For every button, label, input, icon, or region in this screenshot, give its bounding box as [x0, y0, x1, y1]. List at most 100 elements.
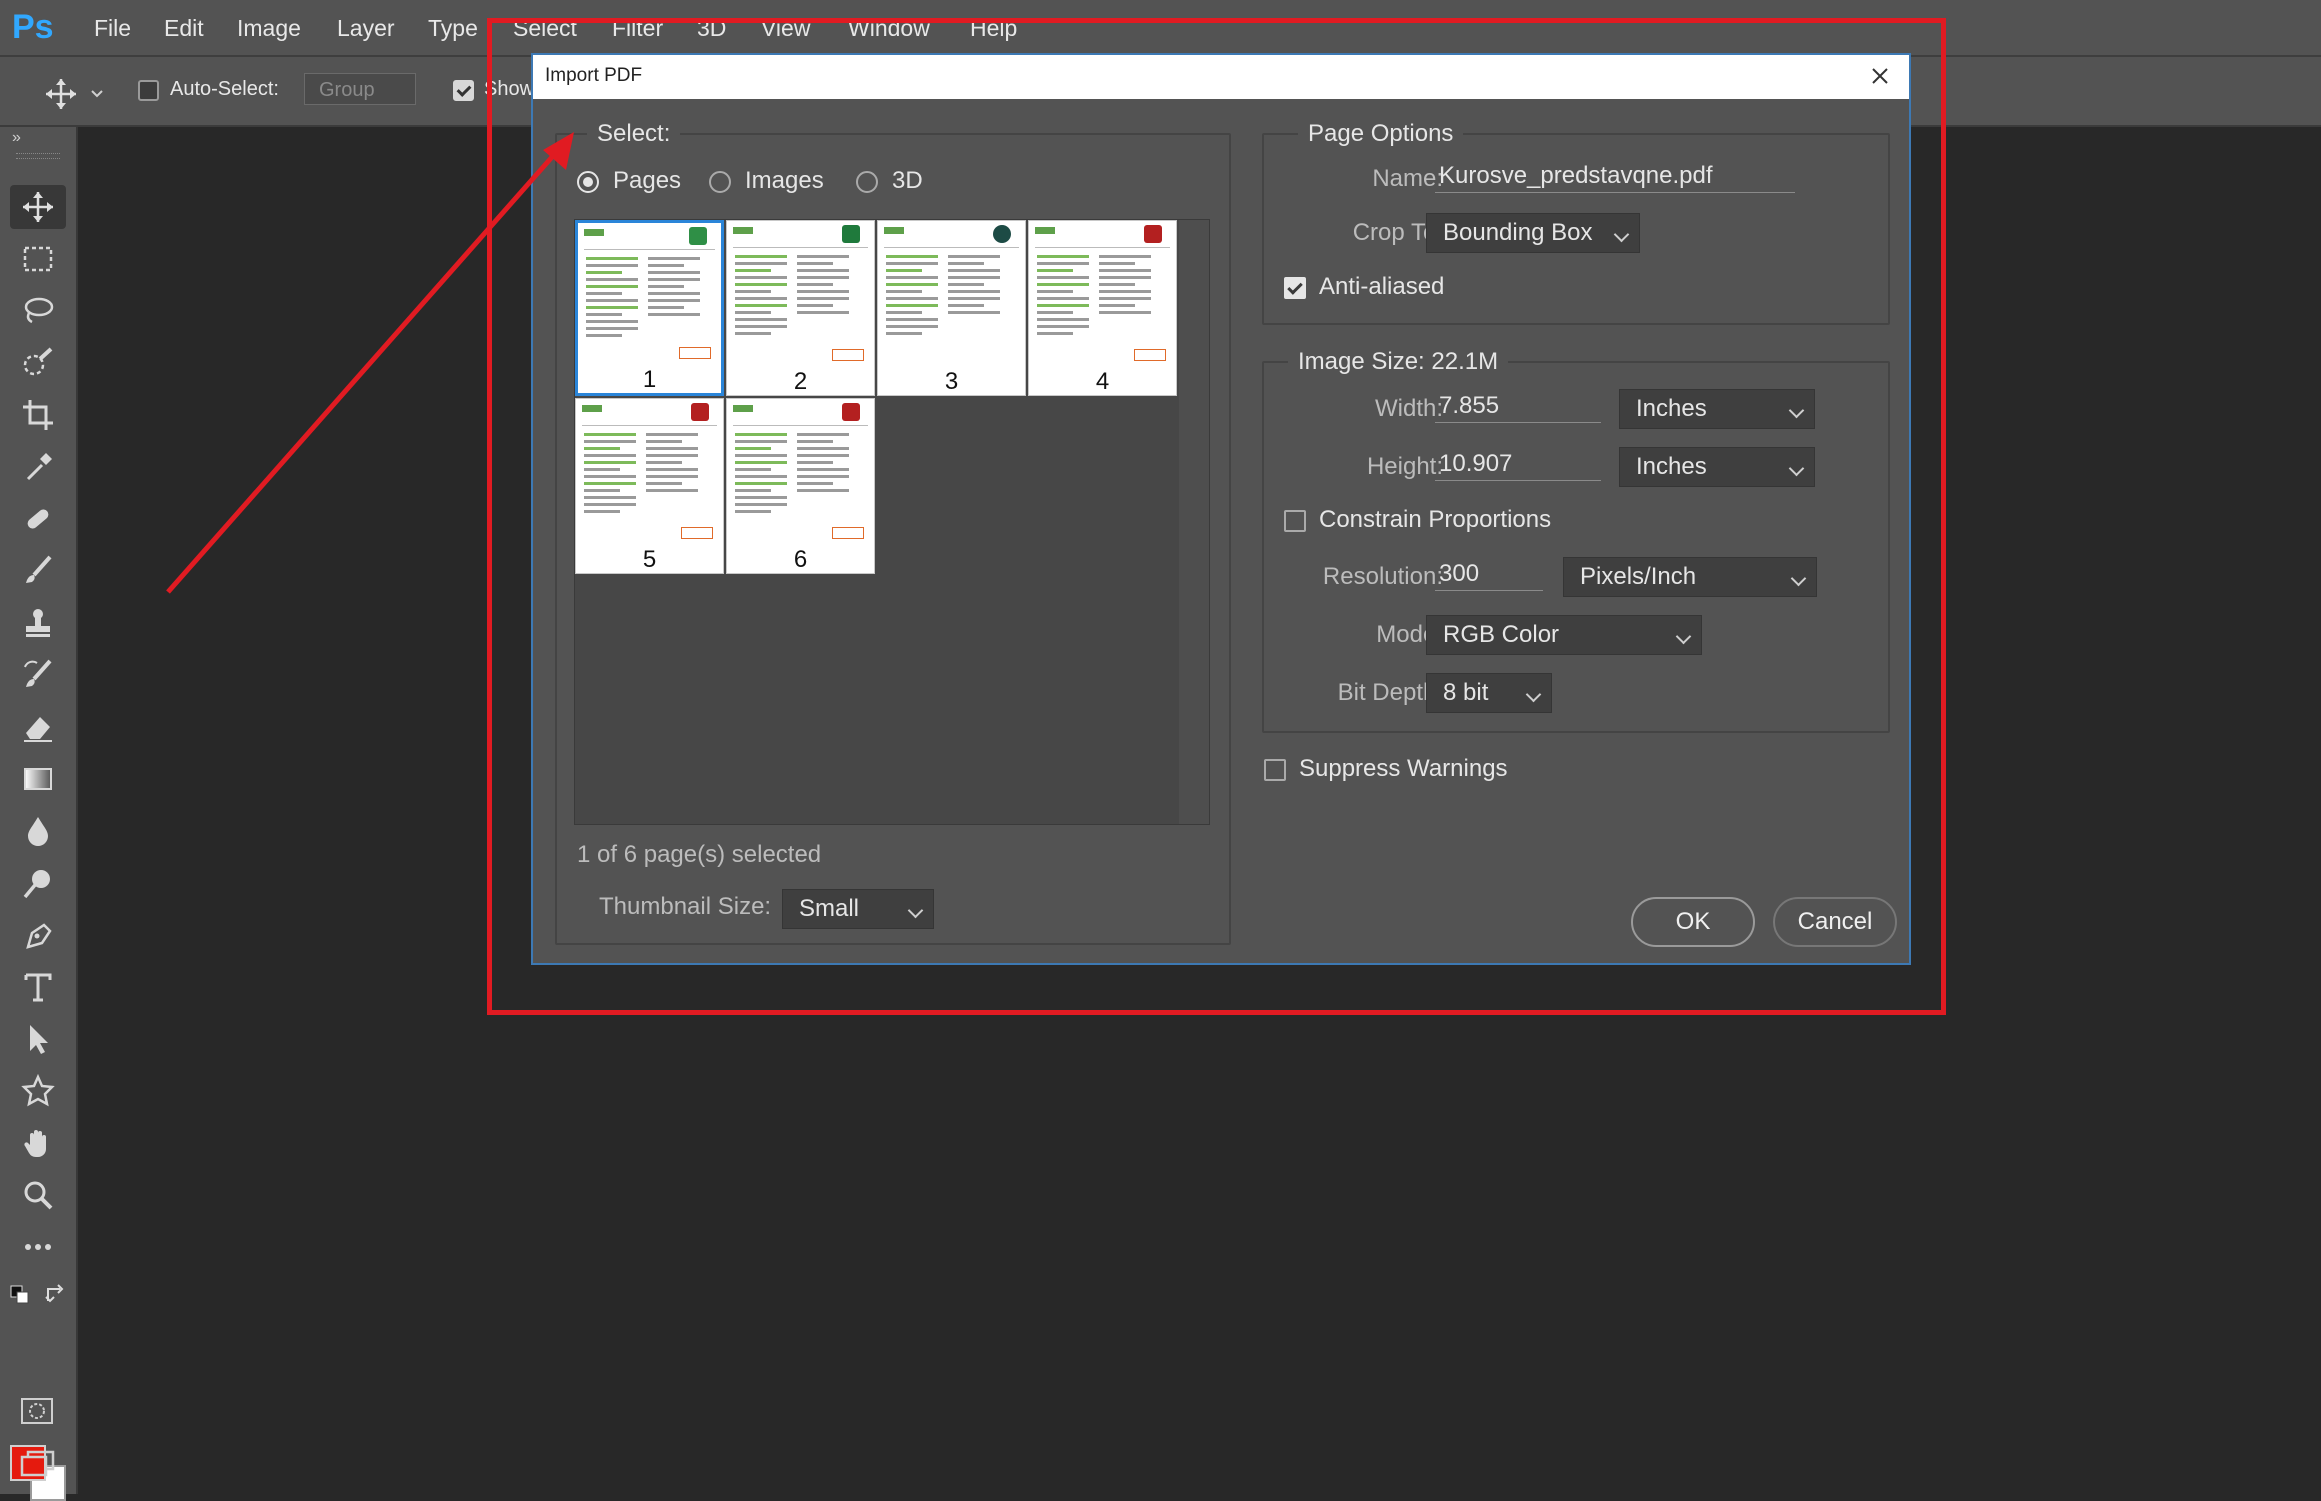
- resolution-unit-select[interactable]: Pixels/Inch: [1563, 557, 1817, 597]
- dialog-titlebar[interactable]: Import PDF: [533, 55, 1909, 99]
- clone-stamp-icon[interactable]: [10, 601, 66, 645]
- crop-icon[interactable]: [10, 393, 66, 437]
- chevron-down-icon: [1525, 686, 1542, 703]
- auto-select-label: Auto-Select:: [170, 78, 279, 100]
- 3d-radio[interactable]: [856, 171, 878, 193]
- suppress-warnings-checkbox[interactable]: [1264, 759, 1286, 781]
- marquee-icon[interactable]: [10, 237, 66, 281]
- anti-aliased-label: Anti-aliased: [1319, 273, 1445, 300]
- show-transform-checkbox[interactable]: [453, 80, 474, 101]
- lasso-icon[interactable]: [10, 289, 66, 333]
- anti-aliased-checkbox[interactable]: [1284, 277, 1306, 299]
- thumbnail-number: 4: [1095, 368, 1110, 395]
- swap-colors-icon[interactable]: [44, 1283, 66, 1305]
- name-input[interactable]: Kurosve_predstavqne.pdf: [1435, 159, 1795, 193]
- thumbnail-size-select[interactable]: Small: [782, 889, 934, 929]
- selection-status: 1 of 6 page(s) selected: [577, 841, 822, 868]
- thumbnail-number: 6: [793, 546, 808, 573]
- blur-icon[interactable]: [10, 809, 66, 853]
- zoom-icon[interactable]: [10, 1173, 66, 1217]
- move-icon[interactable]: [44, 77, 78, 111]
- menu-select[interactable]: Select: [513, 10, 577, 46]
- height-unit-value: Inches: [1636, 453, 1707, 480]
- images-radio[interactable]: [709, 171, 731, 193]
- menu-view[interactable]: View: [761, 10, 810, 46]
- page-thumbnail[interactable]: 5: [575, 398, 724, 574]
- height-input[interactable]: 10.907: [1435, 447, 1601, 481]
- width-input[interactable]: 7.855: [1435, 389, 1601, 423]
- resolution-label: Resolution:: [1322, 563, 1443, 590]
- name-label: Name:: [1372, 165, 1443, 192]
- menu-help[interactable]: Help: [970, 10, 1017, 46]
- crop-to-label: Crop To:: [1352, 219, 1443, 246]
- chevron-down-icon: [907, 902, 924, 919]
- crop-to-select[interactable]: Bounding Box: [1426, 213, 1640, 253]
- menu-window[interactable]: Window: [848, 10, 930, 46]
- pages-radio[interactable]: [577, 171, 599, 193]
- thumbnail-number: 5: [642, 546, 657, 573]
- width-unit-value: Inches: [1636, 395, 1707, 422]
- move-tool-icon[interactable]: [10, 185, 66, 229]
- more-tools-icon[interactable]: [10, 1225, 66, 1269]
- height-unit-select[interactable]: Inches: [1619, 447, 1815, 487]
- pen-icon[interactable]: [10, 913, 66, 957]
- chevron-down-icon[interactable]: [90, 87, 104, 101]
- cancel-button[interactable]: Cancel: [1773, 897, 1897, 947]
- menu-file[interactable]: File: [94, 10, 131, 46]
- mode-value: RGB Color: [1443, 621, 1560, 648]
- auto-select-checkbox[interactable]: [138, 80, 159, 101]
- page-thumbnail[interactable]: 1: [575, 220, 724, 396]
- page-thumbnail[interactable]: 6: [726, 398, 875, 574]
- bit-depth-value: 8 bit: [1443, 679, 1489, 706]
- default-colors-icon[interactable]: [10, 1285, 30, 1305]
- chevron-down-icon: [1788, 460, 1805, 477]
- gradient-icon[interactable]: [10, 757, 66, 801]
- close-icon[interactable]: [1865, 61, 1895, 91]
- hand-icon[interactable]: [10, 1121, 66, 1165]
- brush-icon[interactable]: [10, 549, 66, 593]
- images-radio-label: Images: [745, 167, 824, 194]
- resolution-unit-value: Pixels/Inch: [1580, 563, 1697, 590]
- panel-grip[interactable]: [16, 153, 60, 159]
- eyedropper-icon[interactable]: [10, 445, 66, 489]
- page-thumbnail[interactable]: 4: [1028, 220, 1177, 396]
- shape-icon[interactable]: [10, 1069, 66, 1113]
- chevron-down-icon: [1613, 226, 1630, 243]
- quick-mask-icon[interactable]: [20, 1397, 54, 1425]
- menu-3d[interactable]: 3D: [697, 10, 726, 46]
- page-thumbnail[interactable]: 3: [877, 220, 1026, 396]
- menu-layer[interactable]: Layer: [337, 10, 395, 46]
- image-size-legend: Image Size: 22.1M: [1288, 347, 1509, 377]
- menu-edit[interactable]: Edit: [164, 10, 204, 46]
- menu-type[interactable]: Type: [428, 10, 478, 46]
- ok-button[interactable]: OK: [1631, 897, 1755, 947]
- mode-select[interactable]: RGB Color: [1426, 615, 1702, 655]
- bit-depth-select[interactable]: 8 bit: [1426, 673, 1552, 713]
- healing-brush-icon[interactable]: [10, 497, 66, 541]
- page-thumbnail[interactable]: 2: [726, 220, 875, 396]
- history-brush-icon[interactable]: [10, 653, 66, 697]
- quick-select-icon[interactable]: [10, 341, 66, 385]
- menu-filter[interactable]: Filter: [612, 10, 663, 46]
- suppress-warnings-label: Suppress Warnings: [1299, 755, 1508, 782]
- eraser-icon[interactable]: [10, 705, 66, 749]
- auto-select-target-select[interactable]: Group: [304, 73, 416, 105]
- dodge-icon[interactable]: [10, 861, 66, 905]
- tools-panel: »: [0, 127, 78, 1501]
- thumbnail-size-label: Thumbnail Size:: [599, 893, 772, 920]
- thumbnail-number: 2: [793, 368, 808, 395]
- path-select-icon[interactable]: [10, 1017, 66, 1061]
- collapse-panel-icon[interactable]: »: [12, 129, 21, 147]
- import-pdf-dialog: Import PDF Select: Pages Images 3D 1 2 3…: [531, 53, 1911, 965]
- constrain-proportions-checkbox[interactable]: [1284, 510, 1306, 532]
- screen-mode-icon[interactable]: [20, 1449, 56, 1479]
- bit-depth-label: Bit Depth:: [1337, 679, 1443, 706]
- thumbnails-scrollbar[interactable]: [1179, 220, 1209, 824]
- width-unit-select[interactable]: Inches: [1619, 389, 1815, 429]
- thumbnail-size-value: Small: [799, 895, 860, 922]
- type-icon[interactable]: [10, 965, 66, 1009]
- menu-image[interactable]: Image: [237, 10, 301, 46]
- photoshop-logo: Ps: [12, 8, 54, 46]
- height-label: Height:: [1366, 453, 1443, 480]
- resolution-input[interactable]: 300: [1435, 557, 1543, 591]
